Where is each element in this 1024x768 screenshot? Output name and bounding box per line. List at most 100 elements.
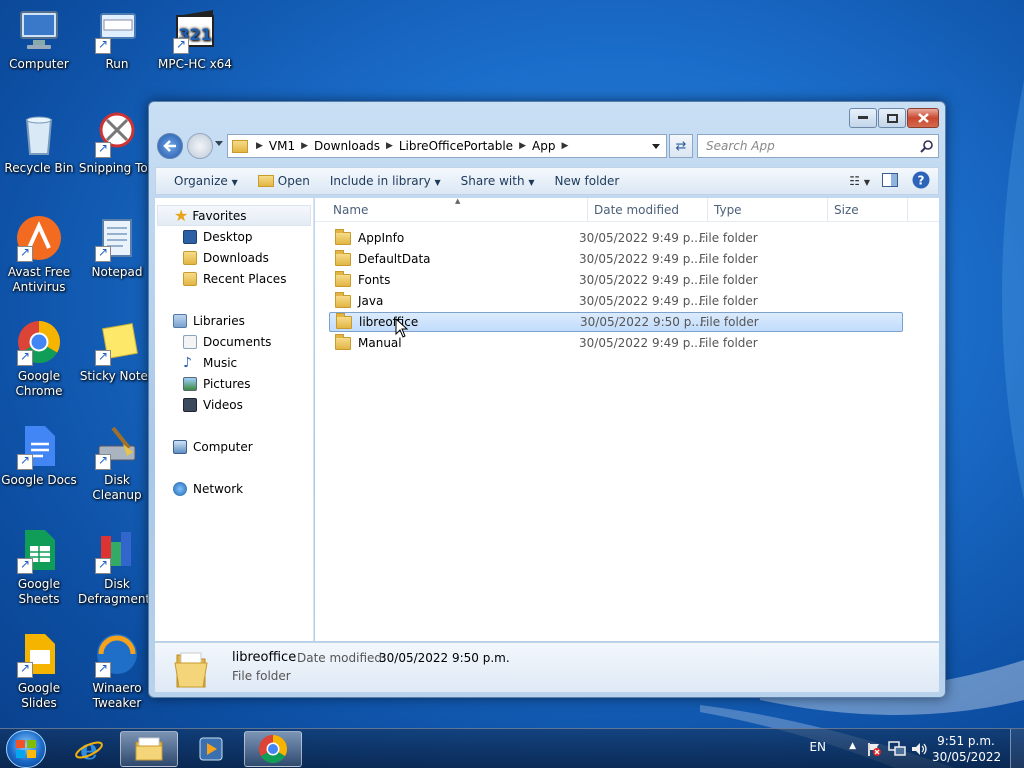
address-bar[interactable]: ▶ VM1 ▶ Downloads ▶ LibreOfficePortable …	[227, 134, 667, 158]
desktop-icon-avast-free-antivirus[interactable]: Avast Free Antivirus	[0, 214, 78, 295]
column-name[interactable]: Name	[333, 203, 368, 217]
nav-computer[interactable]: Computer	[155, 436, 313, 457]
avast-icon	[15, 214, 63, 262]
clock-date[interactable]: 30/05/2022	[932, 750, 1001, 764]
desktop-icon-disk-defragmenter[interactable]: Disk Defragmenter	[78, 526, 162, 607]
file-name: Fonts	[358, 273, 391, 287]
column-type[interactable]: Type	[714, 203, 742, 217]
file-row-appinfo[interactable]: AppInfo 30/05/2022 9:49 p.... File folder	[329, 228, 903, 248]
search-placeholder: Search App	[706, 139, 775, 153]
taskbar-media-player[interactable]	[182, 731, 240, 767]
minimize-button[interactable]	[849, 108, 877, 128]
file-list[interactable]: Name ▲ Date modified Type Size AppInfo 30…	[315, 197, 939, 641]
nav-item-documents[interactable]: Documents	[155, 331, 313, 352]
show-desktop-button[interactable]	[1010, 729, 1024, 768]
nav-item-videos[interactable]: Videos	[155, 394, 313, 415]
explorer-window[interactable]: ▶ VM1 ▶ Downloads ▶ LibreOfficePortable …	[148, 101, 946, 698]
desktop-icon-mpc-hc-x64[interactable]: 321 MPC-HC x64	[156, 6, 234, 72]
taskbar-google-chrome[interactable]	[244, 731, 302, 767]
back-button[interactable]	[157, 133, 183, 159]
desktop-icon-label: Sticky Notes	[79, 369, 155, 383]
chevron-right-icon[interactable]: ▶	[517, 141, 528, 151]
desktop-icon-label: Notepad	[91, 265, 143, 279]
shortcut-arrow-icon	[95, 453, 111, 470]
breadcrumb-downloads[interactable]: Downloads	[310, 139, 384, 153]
column-size[interactable]: Size	[834, 203, 859, 217]
desktop-icon-computer[interactable]: Computer	[0, 6, 78, 72]
chevron-right-icon[interactable]: ▶	[254, 141, 265, 151]
desktop-icon-winaero-tweaker[interactable]: Winaero Tweaker	[78, 630, 156, 711]
maximize-button[interactable]	[878, 108, 906, 128]
language-indicator[interactable]: EN	[809, 740, 826, 754]
recent-pages-chevron-icon[interactable]	[215, 141, 223, 150]
volume-icon[interactable]	[910, 741, 928, 757]
desktop-icon-notepad[interactable]: Notepad	[78, 214, 156, 280]
taskbar-windows-explorer[interactable]	[120, 731, 178, 767]
desktop-icon-google-slides[interactable]: Google Slides	[0, 630, 78, 711]
nav-network[interactable]: Network	[155, 478, 313, 499]
chevron-right-icon[interactable]: ▶	[559, 141, 570, 151]
chrome-icon	[259, 735, 287, 763]
action-center-flag-icon[interactable]	[866, 741, 882, 757]
chevron-down-icon: ▼	[528, 178, 535, 187]
start-button[interactable]	[6, 730, 46, 768]
nav-item-recent-places[interactable]: Recent Places	[155, 268, 313, 289]
desktop-icon-label: Avast Free Antivirus	[7, 265, 71, 294]
network-tray-icon[interactable]	[888, 741, 906, 757]
show-hidden-icons-button[interactable]: ▲	[849, 741, 856, 751]
refresh-button[interactable]: ⇄	[669, 134, 693, 158]
shortcut-arrow-icon	[17, 245, 33, 262]
taskbar-internet-explorer[interactable]: e	[60, 731, 118, 767]
organize-button[interactable]: Organize ▼	[156, 174, 248, 188]
new-folder-button[interactable]: New folder	[545, 174, 630, 188]
file-row-manual[interactable]: Manual 30/05/2022 9:49 p.... File folder	[329, 333, 903, 353]
desktop-icon-snipping-too[interactable]: Snipping Too	[78, 110, 156, 176]
close-button[interactable]	[907, 108, 939, 128]
nav-item-music[interactable]: ♪ Music	[155, 352, 313, 373]
shortcut-arrow-icon	[95, 37, 111, 54]
file-type: File folder	[699, 294, 758, 308]
nav-item-pictures[interactable]: Pictures	[155, 373, 313, 394]
file-name: AppInfo	[358, 231, 405, 245]
shortcut-arrow-icon	[17, 661, 33, 678]
forward-button[interactable]	[187, 133, 213, 159]
clock-time[interactable]: 9:51 p.m.	[936, 734, 996, 748]
desktop-icon-google-docs[interactable]: Google Docs	[0, 422, 78, 488]
nav-favorites[interactable]: ★ Favorites	[157, 205, 311, 226]
include-in-library-button[interactable]: Include in library ▼	[320, 174, 451, 188]
videos-icon	[183, 397, 197, 412]
breadcrumb-app[interactable]: App	[528, 139, 559, 153]
nav-item-desktop[interactable]: Desktop	[155, 226, 313, 247]
file-row-java[interactable]: Java 30/05/2022 9:49 p.... File folder	[329, 291, 903, 311]
file-row-fonts[interactable]: Fonts 30/05/2022 9:49 p.... File folder	[329, 270, 903, 290]
desktop-icon-run[interactable]: Run	[78, 6, 156, 72]
search-icon[interactable]	[920, 140, 933, 153]
desktop-icon-sticky-notes[interactable]: Sticky Notes	[78, 318, 156, 384]
desktop-icon-google-sheets[interactable]: Google Sheets	[0, 526, 78, 607]
breadcrumb-libreofficeportable[interactable]: LibreOfficePortable	[395, 139, 517, 153]
nav-libraries[interactable]: Libraries	[155, 310, 313, 331]
view-options-button[interactable]: ☷ ▼	[843, 174, 876, 188]
chevron-right-icon[interactable]: ▶	[384, 141, 395, 151]
search-input[interactable]: Search App	[697, 134, 939, 158]
share-with-button[interactable]: Share with ▼	[451, 174, 545, 188]
help-button[interactable]: ?	[904, 171, 938, 192]
desktop-icon-disk-cleanup[interactable]: Disk Cleanup	[78, 422, 156, 503]
preview-pane-button[interactable]	[876, 172, 904, 190]
open-button[interactable]: Open	[248, 174, 320, 188]
nav-item-downloads[interactable]: Downloads	[155, 247, 313, 268]
chevron-right-icon[interactable]: ▶	[299, 141, 310, 151]
help-icon: ?	[912, 171, 930, 188]
file-row-libreoffice[interactable]: libreoffice 30/05/2022 9:50 p.... File fol…	[329, 312, 903, 332]
desktop-icon-google-chrome[interactable]: Google Chrome	[0, 318, 78, 399]
breadcrumb-vm1[interactable]: VM1	[265, 139, 299, 153]
address-dropdown-icon[interactable]	[652, 143, 660, 153]
file-row-defaultdata[interactable]: DefaultData 30/05/2022 9:49 p.... File fol…	[329, 249, 903, 269]
file-type: File folder	[699, 252, 758, 266]
nav-item-label: Pictures	[203, 376, 251, 391]
column-date-modified[interactable]: Date modified	[594, 203, 679, 217]
computer-icon	[15, 6, 63, 54]
desktop-icon-recycle-bin[interactable]: Recycle Bin	[0, 110, 78, 176]
desktop-icon-label: Google Sheets	[17, 577, 61, 606]
nav-item-label: Recent Places	[203, 271, 287, 286]
